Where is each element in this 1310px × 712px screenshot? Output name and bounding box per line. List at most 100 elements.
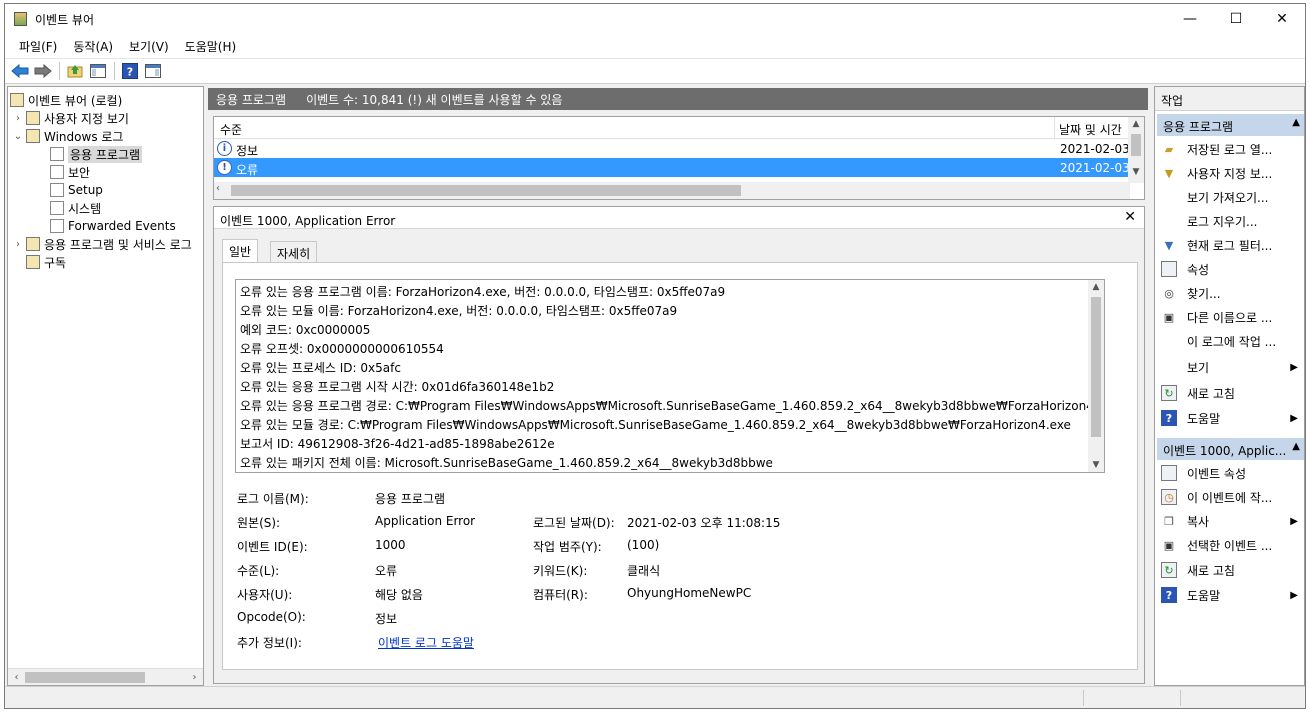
description-line: 오류 오프셋: 0x0000000000610554 [240, 342, 444, 356]
forward-button[interactable] [32, 61, 54, 81]
action-open-saved-log[interactable]: ▰ 저장된 로그 열... [1155, 137, 1304, 161]
action-save-as[interactable]: ▣ 다른 이름으로 ... [1155, 305, 1304, 329]
show-hide-action-pane-button[interactable] [142, 61, 164, 81]
column-header-datetime[interactable]: 날짜 및 시간 [1054, 117, 1134, 139]
tree-item-event-viewer-local[interactable]: 이벤트 뷰어 (로컬) [10, 91, 122, 109]
folder-icon [26, 237, 40, 251]
scroll-left-arrow-icon[interactable]: ‹ [216, 183, 220, 194]
event-viewer-window: 이벤트 뷰어 — ☐ ✕ 파일(F) 동작(A) 보기(V) 도움말(H) ? [4, 3, 1306, 709]
action-section-application[interactable]: 응용 프로그램 ▲ [1157, 114, 1304, 136]
help-button[interactable]: ? [119, 61, 141, 81]
description-vertical-scrollbar[interactable]: ▲ ▼ [1088, 280, 1104, 472]
scroll-left-arrow-icon[interactable]: ‹ [8, 669, 25, 686]
collapse-up-icon[interactable]: ▲ [1292, 441, 1300, 452]
refresh-icon: ↻ [1161, 562, 1177, 578]
label-event-id: 이벤트 ID(E): [237, 540, 308, 554]
scroll-down-arrow-icon[interactable]: ▼ [1128, 167, 1144, 177]
expand-arrow-icon[interactable]: › [12, 239, 24, 250]
action-import-custom-view[interactable]: 보기 가져오기... [1155, 185, 1304, 209]
event-log-help-link[interactable]: 이벤트 로그 도움말 [378, 634, 474, 651]
action-pane: 작업 응용 프로그램 ▲ ▰ 저장된 로그 열... ▼ 사용자 지정 보... 보… [1154, 86, 1305, 686]
action-help[interactable]: ? 도움말 ▶ [1155, 406, 1304, 430]
label-task-category: 작업 범주(Y): [533, 540, 602, 554]
action-pane-icon [145, 64, 161, 78]
action-filter-current-log[interactable]: ▼ 현재 로그 필터... [1155, 233, 1304, 257]
window-title: 이벤트 뷰어 [35, 12, 95, 27]
collapse-up-icon[interactable]: ▲ [1292, 117, 1300, 128]
scroll-up-arrow-icon[interactable]: ▲ [1088, 282, 1104, 292]
scroll-thumb[interactable] [25, 672, 145, 683]
action-clear-log[interactable]: 로그 지우기... [1155, 209, 1304, 233]
tab-details[interactable]: 자세히 [270, 241, 318, 263]
scroll-thumb[interactable] [231, 185, 741, 196]
action-help-event[interactable]: ? 도움말 ▶ [1155, 583, 1304, 607]
back-button[interactable] [9, 61, 31, 81]
properties-icon [1161, 261, 1177, 277]
tree-horizontal-scrollbar[interactable]: ‹ › [8, 668, 203, 685]
expand-arrow-icon[interactable]: › [12, 113, 24, 124]
event-description-box[interactable]: 오류 있는 응용 프로그램 이름: ForzaHorizon4.exe, 버전:… [235, 279, 1105, 473]
action-attach-task-to-log[interactable]: 이 로그에 작업 ... [1155, 329, 1304, 353]
value-logged: 2021-02-03 오후 11:08:15 [627, 516, 781, 530]
scroll-down-arrow-icon[interactable]: ▼ [1088, 460, 1104, 470]
menu-file[interactable]: 파일(F) [11, 38, 65, 55]
up-folder-button[interactable] [64, 61, 86, 81]
log-icon [50, 219, 64, 233]
detail-close-icon[interactable]: ✕ [1124, 209, 1136, 225]
action-refresh[interactable]: ↻ 새로 고침 [1155, 381, 1304, 405]
tree-item-application[interactable]: 응용 프로그램 [48, 145, 143, 163]
scroll-right-arrow-icon[interactable]: › [186, 669, 203, 686]
results-pane: 응용 프로그램 이벤트 수: 10,841 (!) 새 이벤트를 사용할 수 있… [208, 86, 1150, 686]
action-create-custom-view[interactable]: ▼ 사용자 지정 보... [1155, 161, 1304, 185]
action-view[interactable]: 보기 ▶ [1155, 355, 1304, 379]
filter-icon: ▼ [1164, 166, 1174, 180]
action-section-event[interactable]: 이벤트 1000, Applic... ▲ [1157, 438, 1304, 460]
scroll-up-arrow-icon[interactable]: ▲ [1128, 119, 1144, 129]
tree-item-apps-services-logs[interactable]: › 응용 프로그램 및 서비스 로그 [12, 235, 202, 253]
scroll-thumb[interactable] [1131, 134, 1141, 156]
action-properties[interactable]: 속성 [1155, 257, 1304, 281]
action-copy[interactable]: ❐ 복사 ▶ [1155, 509, 1304, 533]
event-row-error[interactable]: ! 오류 2021-02-03 ... [214, 158, 1145, 177]
scroll-thumb[interactable] [1091, 297, 1101, 437]
tree-item-forwarded-events[interactable]: Forwarded Events [48, 217, 176, 235]
label-level: 수준(L): [237, 564, 280, 578]
tree-item-subscriptions[interactable]: 구독 [24, 253, 66, 271]
tree-item-system[interactable]: 시스템 [48, 199, 101, 217]
action-event-properties[interactable]: 이벤트 속성 [1155, 461, 1304, 485]
submenu-arrow-icon: ▶ [1290, 361, 1298, 373]
status-divider [1083, 690, 1084, 706]
error-icon: ! [217, 160, 232, 175]
collapse-arrow-icon[interactable]: ⌄ [12, 131, 24, 142]
status-divider [1180, 690, 1181, 706]
blank-icon [1161, 333, 1177, 349]
tree-item-windows-logs[interactable]: ⌄ Windows 로그 [12, 127, 123, 145]
menu-action[interactable]: 동작(A) [65, 38, 121, 55]
maximize-button[interactable]: ☐ [1213, 4, 1259, 34]
menu-help[interactable]: 도움말(H) [177, 38, 245, 55]
tree-item-custom-views[interactable]: › 사용자 지정 보기 [12, 109, 129, 127]
info-icon: i [217, 141, 232, 156]
filter-icon: ▼ [1164, 238, 1174, 252]
event-list-vertical-scrollbar[interactable]: ▲ ▼ [1128, 117, 1144, 183]
show-hide-tree-button[interactable] [87, 61, 109, 81]
tree-item-setup[interactable]: Setup [48, 181, 103, 199]
value-source: Application Error [375, 514, 476, 528]
label-opcode: Opcode(O): [237, 610, 306, 624]
blank-icon [1161, 213, 1177, 229]
tree-item-security[interactable]: 보안 [48, 163, 90, 181]
column-header-level[interactable]: 수준 [220, 121, 242, 138]
minimize-button[interactable]: — [1167, 4, 1213, 34]
action-find[interactable]: ◎ 찾기... [1155, 281, 1304, 305]
tab-general[interactable]: 일반 [222, 239, 259, 263]
event-list-horizontal-scrollbar[interactable]: ‹ [214, 182, 1130, 199]
event-row-info[interactable]: i 정보 2021-02-03 ... [214, 139, 1145, 158]
menu-view[interactable]: 보기(V) [121, 38, 177, 55]
action-refresh-event[interactable]: ↻ 새로 고침 [1155, 558, 1304, 582]
action-attach-task-to-event[interactable]: ◷ 이 이벤트에 작... [1155, 485, 1304, 509]
value-level: 오류 [375, 564, 398, 578]
folder-icon [26, 111, 40, 125]
description-line: 오류 있는 프로세스 ID: 0x5afc [240, 361, 401, 375]
action-save-selected-events[interactable]: ▣ 선택한 이벤트 ... [1155, 533, 1304, 557]
close-button[interactable]: ✕ [1259, 4, 1305, 34]
